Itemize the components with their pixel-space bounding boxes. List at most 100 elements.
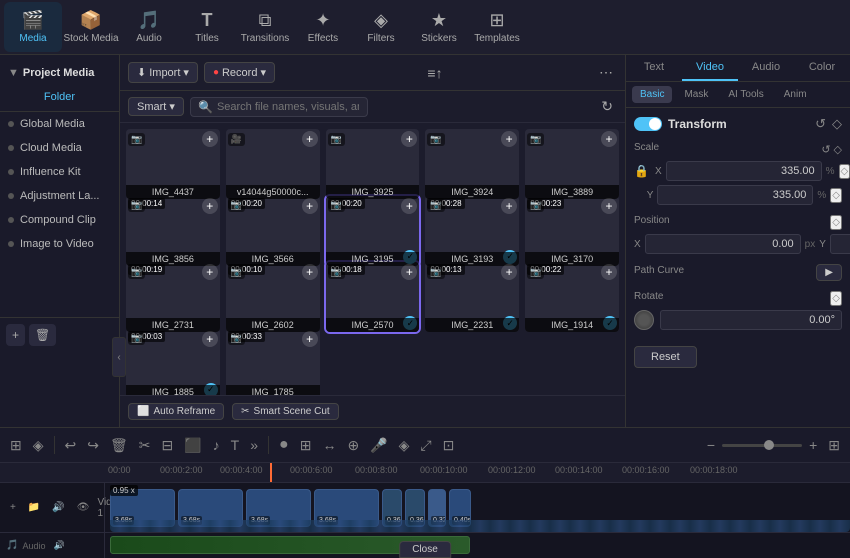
text-button[interactable]: T bbox=[227, 435, 244, 455]
subtab-basic[interactable]: Basic bbox=[632, 86, 672, 103]
thumb-IMG_3193[interactable]: 00:00:28 📷 + ✓ IMG_3193 bbox=[425, 196, 519, 266]
tl-btn-h[interactable]: ⊡ bbox=[439, 435, 459, 456]
sidebar-item-image-to-video[interactable]: Image to Video bbox=[0, 232, 119, 256]
position-y-input[interactable] bbox=[830, 234, 850, 254]
transform-diamond-icon-button[interactable]: ◇ bbox=[832, 116, 842, 132]
thumb-add-button[interactable]: + bbox=[202, 198, 218, 214]
delete-button[interactable]: 🗑 bbox=[106, 435, 132, 456]
thumb-IMG_1785[interactable]: 00:00:33 📷 + IMG_1785 bbox=[226, 329, 320, 396]
thumb-IMG_3856[interactable]: 00:00:14 📷 + IMG_3856 bbox=[126, 196, 220, 266]
scale-x-input[interactable] bbox=[666, 161, 822, 181]
folder-label[interactable]: Folder bbox=[0, 87, 119, 112]
sidebar-item-global-media[interactable]: Global Media bbox=[0, 112, 119, 136]
toolbar-filters[interactable]: ◈ Filters bbox=[352, 2, 410, 52]
filter-button[interactable]: ≡↑ bbox=[423, 63, 446, 83]
thumb-add-button[interactable]: + bbox=[202, 264, 218, 280]
zoom-out-button[interactable]: − bbox=[703, 435, 719, 455]
thumb-add-button[interactable]: + bbox=[302, 198, 318, 214]
sidebar-item-compound-clip[interactable]: Compound Clip bbox=[0, 208, 119, 232]
sidebar-item-adjustment[interactable]: Adjustment La... bbox=[0, 184, 119, 208]
thumb-add-button[interactable]: + bbox=[501, 264, 517, 280]
zoom-slider[interactable] bbox=[722, 444, 802, 447]
thumb-add-button[interactable]: + bbox=[302, 264, 318, 280]
redo-button[interactable]: ↪ bbox=[83, 435, 103, 456]
toolbar-transitions[interactable]: ⧉ Transitions bbox=[236, 2, 294, 52]
grid-view-button[interactable]: ⊞ bbox=[824, 435, 844, 456]
thumb-add-button[interactable]: + bbox=[601, 264, 617, 280]
thumb-IMG_2231[interactable]: 00:00:13 📷 + ✓ IMG_2231 bbox=[425, 262, 519, 332]
sidebar-item-cloud-media[interactable]: Cloud Media bbox=[0, 136, 119, 160]
panel-toggle-icon[interactable]: ‹ bbox=[117, 352, 120, 363]
scale-y-input[interactable] bbox=[657, 185, 813, 205]
more-button[interactable]: ⋯ bbox=[595, 62, 617, 83]
thumb-IMG_2731[interactable]: 00:00:19 📷 + IMG_2731 bbox=[126, 262, 220, 332]
subtab-mask[interactable]: Mask bbox=[676, 86, 716, 103]
track-eye-button[interactable]: 👁 bbox=[73, 500, 94, 515]
transform-toggle-switch[interactable] bbox=[634, 117, 662, 131]
reset-button[interactable]: Reset bbox=[634, 346, 697, 368]
track-add-button[interactable]: + bbox=[6, 500, 20, 515]
tab-text[interactable]: Text bbox=[626, 55, 682, 81]
toolbar-audio[interactable]: 🎵 Audio bbox=[120, 2, 178, 52]
track-mute-button[interactable]: 🔊 bbox=[48, 500, 68, 515]
thumb-add-button[interactable]: + bbox=[202, 331, 218, 347]
thumb-IMG_2570[interactable]: 00:00:18 📷 + ✓ IMG_2570 bbox=[326, 262, 420, 332]
toolbar-effects[interactable]: ✦ Effects bbox=[294, 2, 352, 52]
more-tl-button[interactable]: » bbox=[246, 435, 262, 455]
tl-btn-b[interactable]: ⊞ bbox=[296, 435, 316, 456]
thumb-v14044[interactable]: 🎥 + v14044g50000c... bbox=[226, 129, 320, 199]
cut-button[interactable]: ✂ bbox=[135, 435, 155, 456]
smart-button[interactable]: Smart ▾ bbox=[128, 97, 184, 116]
subtab-ai-tools[interactable]: AI Tools bbox=[720, 86, 771, 103]
split-button[interactable]: ⊟ bbox=[158, 435, 178, 456]
tl-btn-g[interactable]: ⤢ bbox=[416, 435, 435, 456]
thumb-IMG_3566[interactable]: 00:00:20 📷 + IMG_3566 bbox=[226, 196, 320, 266]
thumb-add-button[interactable]: + bbox=[202, 131, 218, 147]
freeze-button[interactable]: ⬛ bbox=[180, 435, 205, 456]
tl-btn-c[interactable]: ↔ bbox=[318, 435, 340, 455]
thumb-add-button[interactable]: + bbox=[302, 331, 318, 347]
undo-button[interactable]: ↩ bbox=[61, 435, 81, 456]
thumb-add-button[interactable]: + bbox=[601, 198, 617, 214]
path-curve-button[interactable]: ▶ bbox=[816, 264, 842, 281]
scale-reset-button[interactable]: ↺ bbox=[821, 143, 830, 156]
refresh-button[interactable]: ↻ bbox=[597, 96, 617, 117]
tab-video[interactable]: Video bbox=[682, 55, 738, 81]
thumb-IMG_4437[interactable]: 📷 + IMG_4437 bbox=[126, 129, 220, 199]
search-input[interactable] bbox=[190, 97, 368, 117]
thumb-add-button[interactable]: + bbox=[501, 198, 517, 214]
position-keyframe-button[interactable]: ◇ bbox=[830, 215, 842, 230]
track-folder-button[interactable]: 📁 bbox=[24, 500, 44, 515]
lock-icon[interactable]: 🔒 bbox=[634, 164, 649, 178]
delete-folder-button[interactable]: 🗑 bbox=[29, 324, 56, 346]
tl-btn-e[interactable]: 🎤 bbox=[366, 435, 391, 456]
autoreframe-button[interactable]: ⬜ Auto Reframe bbox=[128, 403, 224, 420]
thumb-IMG_3925[interactable]: 📷 + IMG_3925 bbox=[326, 129, 420, 199]
tl-btn-a[interactable]: ● bbox=[275, 434, 293, 456]
thumb-add-button[interactable]: + bbox=[401, 131, 417, 147]
import-button[interactable]: ⬇ Import ▾ bbox=[128, 62, 198, 83]
tl-btn-d[interactable]: ⊕ bbox=[343, 435, 363, 456]
timeline-ctrl-btn2[interactable]: ◈ bbox=[29, 435, 48, 456]
thumb-IMG_1885[interactable]: 00:00:03 📷 + ✓ IMG_1885 bbox=[126, 329, 220, 396]
close-button[interactable]: Close bbox=[399, 541, 451, 558]
transform-reset-icon-button[interactable]: ↺ bbox=[815, 116, 826, 132]
scale-y-keyframe-button[interactable]: ◇ bbox=[830, 188, 842, 203]
scale-x-keyframe-button[interactable]: ◇ bbox=[839, 164, 850, 179]
toolbar-stock-media[interactable]: 📦 Stock Media bbox=[62, 2, 120, 52]
toolbar-templates[interactable]: ⊞ Templates bbox=[468, 2, 526, 52]
position-x-input[interactable] bbox=[645, 234, 801, 254]
tl-btn-f[interactable]: ◈ bbox=[395, 435, 414, 456]
smart-scene-cut-button[interactable]: ✂ Smart Scene Cut bbox=[232, 403, 339, 420]
thumb-add-button[interactable]: + bbox=[501, 131, 517, 147]
thumb-add-button[interactable]: + bbox=[302, 131, 318, 147]
music-button[interactable]: ♪ bbox=[209, 435, 224, 455]
audio-mute-button[interactable]: 🔊 bbox=[49, 538, 68, 553]
thumb-add-button[interactable]: + bbox=[401, 264, 417, 280]
thumb-IMG_3170[interactable]: 00:00:23 📷 + IMG_3170 bbox=[525, 196, 619, 266]
toolbar-titles[interactable]: T Titles bbox=[178, 2, 236, 52]
rotate-knob[interactable] bbox=[634, 310, 654, 330]
toolbar-stickers[interactable]: ★ Stickers bbox=[410, 2, 468, 52]
thumb-add-button[interactable]: + bbox=[601, 131, 617, 147]
playhead[interactable] bbox=[270, 463, 272, 482]
